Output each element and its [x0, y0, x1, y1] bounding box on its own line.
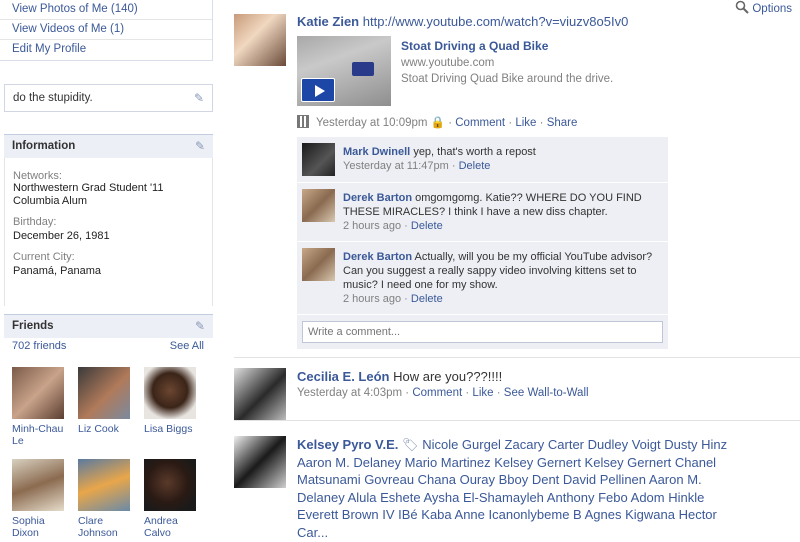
view-photos-link[interactable]: View Photos of Me (140) — [0, 0, 212, 20]
networks-label: Networks: — [13, 170, 62, 182]
friend-photo[interactable] — [78, 459, 130, 511]
actor-name[interactable]: Cecilia E. León — [297, 369, 389, 384]
friend-tile[interactable]: Clare Johnson — [78, 459, 134, 539]
delete-comment-link[interactable]: Delete — [411, 293, 443, 305]
comment-link[interactable]: Comment — [455, 117, 505, 129]
information-header: Information ✎ — [4, 134, 213, 158]
friend-tile[interactable]: Minh-Chau Le — [12, 367, 68, 447]
network-2: Columbia Alum — [13, 195, 87, 207]
avatar[interactable] — [234, 14, 286, 66]
story-header: Cecilia E. León How are you???!!!! — [297, 369, 502, 384]
quad-bike-shape — [352, 62, 374, 76]
options-link[interactable]: Options — [735, 0, 792, 15]
friend-name[interactable]: Clare Johnson — [78, 515, 134, 539]
magnifier-icon — [735, 0, 749, 14]
edit-pencil-icon[interactable]: ✎ — [195, 315, 205, 337]
comment-time[interactable]: 2 hours ago — [343, 293, 401, 305]
comment: Mark Dwinell yep, that's worth a repost … — [297, 137, 668, 183]
friend-tile[interactable]: Andrea Calvo — [144, 459, 200, 539]
shared-url[interactable]: http://www.youtube.com/watch?v=viuzv8o5I… — [363, 14, 629, 29]
comment-time[interactable]: Yesterday at 11:47pm — [343, 160, 449, 172]
options-label[interactable]: Options — [752, 3, 792, 15]
friends-summary: 702 friends See All — [12, 340, 204, 352]
see-all-link[interactable]: See All — [170, 340, 204, 352]
story-time[interactable]: Yesterday at 4:03pm — [297, 387, 402, 399]
friend-name[interactable]: Liz Cook — [78, 423, 134, 435]
write-comment-input[interactable] — [302, 321, 663, 343]
friend-photo[interactable] — [144, 367, 196, 419]
comment: Derek Barton Actually, will you be my of… — [297, 242, 668, 315]
bio-text: do the stupidity. — [13, 92, 93, 104]
information-body: Networks: Northwestern Grad Student '11 … — [4, 158, 213, 306]
current-city-label: Current City: — [13, 251, 75, 263]
information-title: Information — [12, 140, 76, 152]
friend-tile[interactable]: Sophia Dixon — [12, 459, 68, 539]
video-title-link[interactable]: Stoat Driving a Quad Bike — [401, 39, 548, 53]
wall-to-wall-link[interactable]: See Wall-to-Wall — [504, 387, 589, 399]
tagged-list: Kelsey Pyro V.E. 🏷︎ Nicole Gurgel Zacary… — [297, 436, 747, 541]
story-meta: Yesterday at 4:03pm · Comment · Like · S… — [297, 387, 589, 399]
comment-link[interactable]: Comment — [412, 387, 462, 399]
story-divider — [234, 420, 800, 421]
video-icon — [297, 115, 309, 128]
friend-name[interactable]: Sophia Dixon — [12, 515, 68, 539]
story-meta: Yesterday at 10:09pm 🔒 · Comment · Like … — [297, 115, 577, 129]
tagged-names[interactable]: Nicole Gurgel Zacary Carter Dudley Voigt… — [297, 437, 727, 540]
commenter-avatar[interactable] — [302, 143, 335, 176]
friend-name[interactable]: Andrea Calvo — [144, 515, 200, 539]
like-link[interactable]: Like — [472, 387, 493, 399]
commenter-name[interactable]: Mark Dwinell — [343, 146, 410, 158]
comment-text: yep, that's worth a repost — [413, 146, 536, 158]
actor-name[interactable]: Kelsey Pyro V.E. — [297, 437, 398, 452]
friend-photo[interactable] — [12, 367, 64, 419]
friend-tile[interactable]: Lisa Biggs — [144, 367, 200, 435]
edit-pencil-icon[interactable]: ✎ — [194, 85, 204, 112]
profile-links: View Photos of Me (140) View Videos of M… — [0, 0, 213, 61]
edit-profile-link[interactable]: Edit My Profile — [0, 40, 212, 60]
actor-name[interactable]: Katie Zien — [297, 14, 359, 29]
commenter-name[interactable]: Derek Barton — [343, 251, 412, 263]
commenter-avatar[interactable] — [302, 189, 335, 222]
avatar[interactable] — [234, 368, 286, 420]
network-1: Northwestern Grad Student '11 — [13, 182, 164, 194]
write-comment-area — [297, 315, 668, 349]
play-icon[interactable] — [301, 78, 335, 102]
friend-count-link[interactable]: 702 friends — [12, 340, 66, 352]
lock-icon: 🔒 — [430, 117, 445, 129]
friend-name[interactable]: Lisa Biggs — [144, 423, 200, 435]
tag-icon: 🏷︎ — [402, 437, 419, 452]
wall-feed: Options Katie Zien http://www.youtube.co… — [234, 0, 800, 542]
view-videos-link[interactable]: View Videos of Me (1) — [0, 20, 212, 40]
status-text: How are you???!!!! — [393, 369, 503, 384]
like-link[interactable]: Like — [515, 117, 536, 129]
left-column: View Photos of Me (140) View Videos of M… — [0, 0, 213, 542]
friend-name[interactable]: Minh-Chau Le — [12, 423, 68, 447]
delete-comment-link[interactable]: Delete — [411, 220, 443, 232]
edit-pencil-icon[interactable]: ✎ — [195, 135, 205, 157]
friend-photo[interactable] — [144, 459, 196, 511]
delete-comment-link[interactable]: Delete — [459, 160, 491, 172]
birthday-value: December 26, 1981 — [13, 230, 110, 242]
story-divider — [234, 357, 800, 358]
current-city-value: Panamá, Panama — [13, 265, 102, 277]
avatar[interactable] — [234, 436, 286, 488]
friend-photo[interactable] — [12, 459, 64, 511]
friend-tile[interactable]: Liz Cook — [78, 367, 134, 435]
video-thumbnail[interactable] — [297, 36, 391, 106]
share-link[interactable]: Share — [547, 117, 578, 129]
video-domain: www.youtube.com — [401, 57, 495, 69]
friends-title[interactable]: Friends — [12, 320, 54, 332]
bio-box[interactable]: do the stupidity. ✎ — [4, 84, 213, 112]
comment-time[interactable]: 2 hours ago — [343, 220, 401, 232]
commenter-avatar[interactable] — [302, 248, 335, 281]
story-header: Katie Zien http://www.youtube.com/watch?… — [297, 14, 628, 29]
comment: Derek Barton omgomgomg. Katie?? WHERE DO… — [297, 183, 668, 242]
friend-photo[interactable] — [78, 367, 130, 419]
comment-list: Mark Dwinell yep, that's worth a repost … — [297, 137, 668, 349]
commenter-name[interactable]: Derek Barton — [343, 192, 412, 204]
video-description: Stoat Driving Quad Bike around the drive… — [401, 73, 614, 85]
friends-header: Friends ✎ — [4, 314, 213, 338]
story-time[interactable]: Yesterday at 10:09pm — [316, 117, 427, 129]
birthday-label: Birthday: — [13, 216, 57, 228]
